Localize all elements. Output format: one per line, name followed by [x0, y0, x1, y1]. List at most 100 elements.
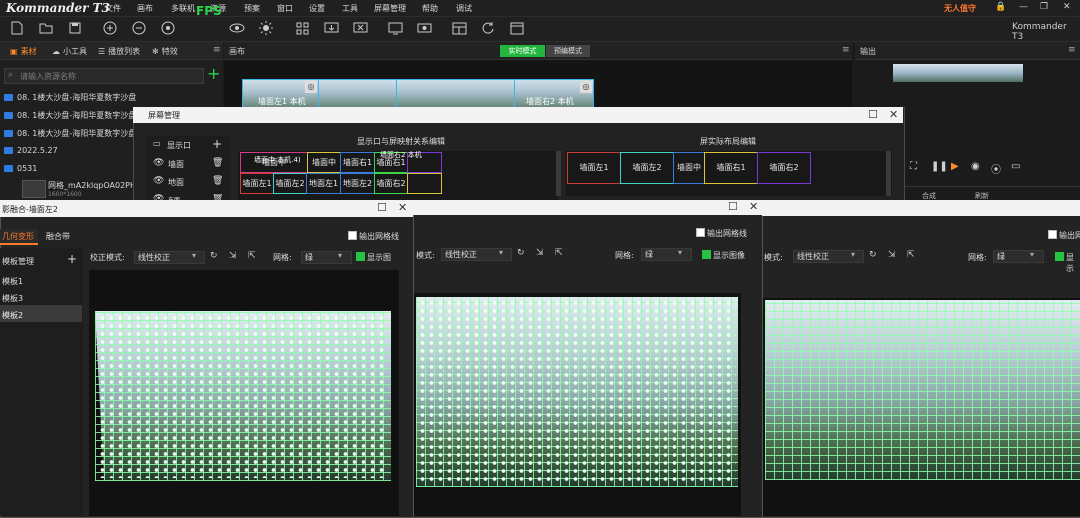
monitor-down-icon[interactable]	[322, 19, 340, 37]
tab-blend[interactable]: 融合带	[46, 231, 70, 242]
mapping-cell[interactable]: 墙面中	[307, 152, 341, 173]
camera-icon[interactable]: ◎	[305, 81, 317, 93]
show-image-checkbox[interactable]	[356, 252, 365, 262]
tree-item-folder[interactable]: 08. 1楼大沙盘-海阳华夏数字沙盘	[4, 110, 136, 121]
mapping-cell[interactable]: 墙面左2	[273, 173, 307, 194]
menu-help[interactable]: 帮助	[422, 3, 438, 14]
menu-window[interactable]: 窗口	[277, 3, 293, 14]
grid-control-points[interactable]	[98, 314, 388, 478]
export-icon[interactable]: ⇱	[248, 251, 256, 261]
output-grid-checkbox[interactable]	[696, 228, 705, 238]
mapping-cell[interactable]: 地面左2	[340, 173, 375, 194]
close-icon[interactable]: ✕	[1063, 2, 1071, 12]
camera-icon[interactable]: ◎	[580, 81, 592, 93]
add-resource-button[interactable]: +	[207, 66, 220, 82]
tree-item-folder[interactable]: 0531	[4, 164, 37, 173]
menu-screen[interactable]: 屏幕管理	[374, 3, 406, 14]
template-item[interactable]: 模板3	[2, 293, 23, 304]
add-template-button[interactable]: +	[67, 252, 77, 266]
maximize-icon[interactable]: ☐	[377, 201, 387, 214]
output-menu-icon[interactable]: ≡	[1068, 45, 1076, 55]
template-item[interactable]: 模板2	[2, 310, 23, 321]
tree-item-folder[interactable]: 2022.5.27	[4, 146, 58, 155]
play-icon[interactable]: ▶	[951, 161, 959, 172]
save-icon[interactable]	[66, 19, 84, 37]
scrollbar[interactable]	[556, 151, 561, 196]
layout-icon[interactable]	[450, 19, 468, 37]
menu-tools[interactable]: 工具	[342, 3, 358, 14]
layout-cell[interactable]: 墙面左2	[620, 152, 674, 184]
menu-debug[interactable]: 调试	[456, 3, 472, 14]
zoom-out-icon[interactable]	[130, 19, 148, 37]
grid-control-points[interactable]	[418, 299, 736, 485]
minimize-icon[interactable]: —	[1019, 2, 1028, 12]
new-icon[interactable]	[8, 19, 26, 37]
zoom-in-icon[interactable]	[101, 19, 119, 37]
trash-icon[interactable]: 🗑	[212, 158, 223, 168]
port-item[interactable]: 地面	[168, 177, 184, 188]
port-item[interactable]: 墙面	[168, 159, 184, 170]
eye-icon[interactable]: 👁	[153, 176, 164, 186]
grid-color-select[interactable]: 绿	[641, 248, 692, 261]
tab-playlist[interactable]: ☰ 播放列表	[98, 46, 140, 57]
fps-toggle[interactable]: FPS	[196, 4, 222, 18]
menu-settings[interactable]: 设置	[309, 3, 325, 14]
tree-item-folder[interactable]: 08. 1楼大沙盘-海阳华夏数字沙盘	[4, 128, 136, 139]
target-icon[interactable]	[159, 19, 177, 37]
projector-icon[interactable]	[415, 19, 433, 37]
export-icon[interactable]: ⇱	[555, 248, 563, 258]
show-image-checkbox[interactable]	[702, 250, 711, 260]
output-grid-checkbox[interactable]	[348, 231, 357, 241]
import-icon[interactable]: ⇲	[888, 250, 896, 260]
grid-color-select[interactable]: 绿	[301, 251, 352, 264]
refresh-icon[interactable]	[479, 19, 497, 37]
mapping-cell[interactable]: 墙面右1	[340, 152, 375, 173]
close-icon[interactable]: ✕	[398, 201, 407, 214]
maximize-icon[interactable]: ☐	[728, 200, 738, 213]
window-icon[interactable]	[508, 19, 526, 37]
lock-icon[interactable]: 🔒	[995, 2, 1006, 12]
screen-icon[interactable]: ▭	[1011, 161, 1020, 172]
tree-item-folder[interactable]: 08. 1楼大沙盘-海阳华夏数字沙盘	[4, 92, 136, 103]
mapping-cell[interactable]: 地面左1	[306, 173, 341, 194]
menu-plan[interactable]: 预案	[244, 3, 260, 14]
warp-grid[interactable]	[765, 300, 1080, 480]
tab-tools[interactable]: ☁ 小工具	[52, 46, 87, 57]
import-icon[interactable]: ⇲	[536, 248, 544, 258]
layout-cell[interactable]: 墙面右2	[757, 152, 811, 184]
trash-icon[interactable]: 🗑	[212, 176, 223, 186]
mapping-cell[interactable]: 墙面右2	[374, 173, 408, 194]
show-image-checkbox[interactable]	[1055, 252, 1064, 262]
eye-icon[interactable]	[228, 19, 246, 37]
export-icon[interactable]: ⇱	[907, 250, 915, 260]
rotate-icon[interactable]: ↻	[210, 251, 218, 261]
mapping-cell[interactable]	[407, 173, 442, 194]
realtime-mode-button[interactable]: 实时模式	[500, 45, 545, 57]
output-grid-checkbox[interactable]	[1048, 230, 1057, 240]
scrollbar[interactable]	[886, 151, 891, 196]
maximize-icon[interactable]: ☐	[868, 108, 878, 121]
display-icon[interactable]	[386, 19, 404, 37]
layout-cell[interactable]: 墙面中	[673, 152, 705, 184]
close-icon[interactable]: ✕	[889, 108, 898, 121]
panel-menu-icon[interactable]: ≡	[213, 45, 221, 55]
stop-icon[interactable]: ◉	[971, 161, 980, 172]
canvas-menu-icon[interactable]: ≡	[842, 45, 850, 55]
brightness-icon[interactable]	[257, 19, 275, 37]
layout-cell[interactable]: 墙面左1	[567, 152, 621, 184]
menu-canvas[interactable]: 画布	[137, 3, 153, 14]
add-port-button[interactable]: +	[212, 137, 222, 151]
rotate-icon[interactable]: ↻	[517, 248, 525, 258]
close-icon[interactable]: ✕	[749, 200, 758, 213]
fit-icon[interactable]: ⛶	[910, 161, 917, 172]
eye-icon[interactable]: 👁	[153, 158, 164, 168]
open-folder-icon[interactable]	[37, 19, 55, 37]
menu-multi[interactable]: 多联机	[171, 3, 195, 14]
grid-color-select[interactable]: 绿	[993, 250, 1044, 263]
preview-mode-button[interactable]: 预编模式	[546, 45, 590, 57]
tab-effects[interactable]: ✻ 特效	[152, 46, 178, 57]
record-icon[interactable]: ⦿	[991, 161, 1001, 176]
pause-icon[interactable]: ❚❚	[931, 161, 948, 172]
tab-material[interactable]: ▣ 素材	[10, 46, 37, 57]
media-thumbnail[interactable]	[22, 180, 46, 198]
